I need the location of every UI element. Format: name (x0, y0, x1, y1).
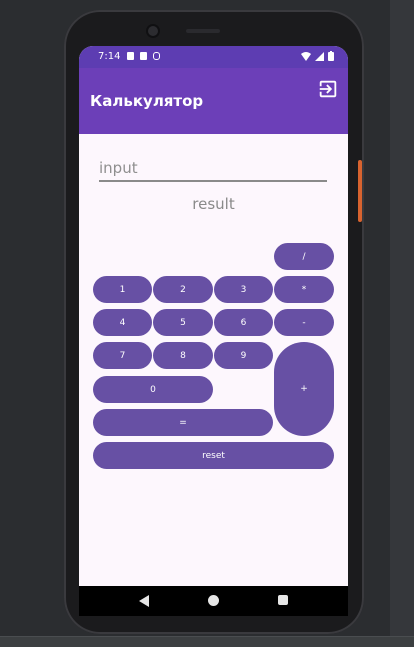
equals-button[interactable]: = (93, 409, 273, 436)
multiply-button[interactable]: * (274, 276, 334, 303)
digit-9-button[interactable]: 9 (214, 342, 273, 369)
navigation-bar (79, 586, 348, 616)
expression-input[interactable] (99, 156, 327, 182)
signal-icon (315, 51, 324, 61)
minus-button[interactable]: - (274, 309, 334, 336)
plus-button[interactable]: + (274, 342, 334, 436)
home-icon[interactable] (208, 595, 219, 606)
result-text: result (192, 195, 235, 213)
digit-5-button[interactable]: 5 (153, 309, 213, 336)
power-button[interactable] (358, 160, 362, 222)
sim-card-icon (140, 52, 147, 60)
app-bar: Калькулятор (79, 68, 348, 134)
digit-6-button[interactable]: 6 (214, 309, 273, 336)
digit-8-button[interactable]: 8 (153, 342, 213, 369)
camera-icon (148, 26, 158, 36)
app-title: Калькулятор (90, 92, 204, 110)
digit-0-button[interactable]: 0 (93, 376, 213, 403)
system-indicators (301, 51, 334, 61)
ide-status-bar (0, 636, 414, 647)
back-icon[interactable] (139, 595, 149, 607)
recents-icon[interactable] (278, 595, 288, 605)
speaker-grille (186, 29, 220, 33)
status-bar: 7:14 (79, 46, 348, 68)
ide-side-panel (390, 0, 414, 640)
digit-3-button[interactable]: 3 (214, 276, 273, 303)
device-screen: 7:14 Калькулятор result / 1 2 3 * 4 5 6 … (79, 46, 348, 586)
status-time: 7:14 (98, 51, 121, 62)
digit-2-button[interactable]: 2 (153, 276, 213, 303)
notification-icon (127, 52, 134, 60)
sync-icon (153, 52, 160, 60)
notification-icons (127, 52, 160, 60)
battery-icon (328, 51, 334, 61)
digit-7-button[interactable]: 7 (93, 342, 152, 369)
reset-button[interactable]: reset (93, 442, 334, 469)
divide-button[interactable]: / (274, 243, 334, 270)
digit-1-button[interactable]: 1 (93, 276, 152, 303)
digit-4-button[interactable]: 4 (93, 309, 152, 336)
wifi-icon (301, 51, 311, 61)
exit-icon[interactable] (317, 78, 339, 100)
